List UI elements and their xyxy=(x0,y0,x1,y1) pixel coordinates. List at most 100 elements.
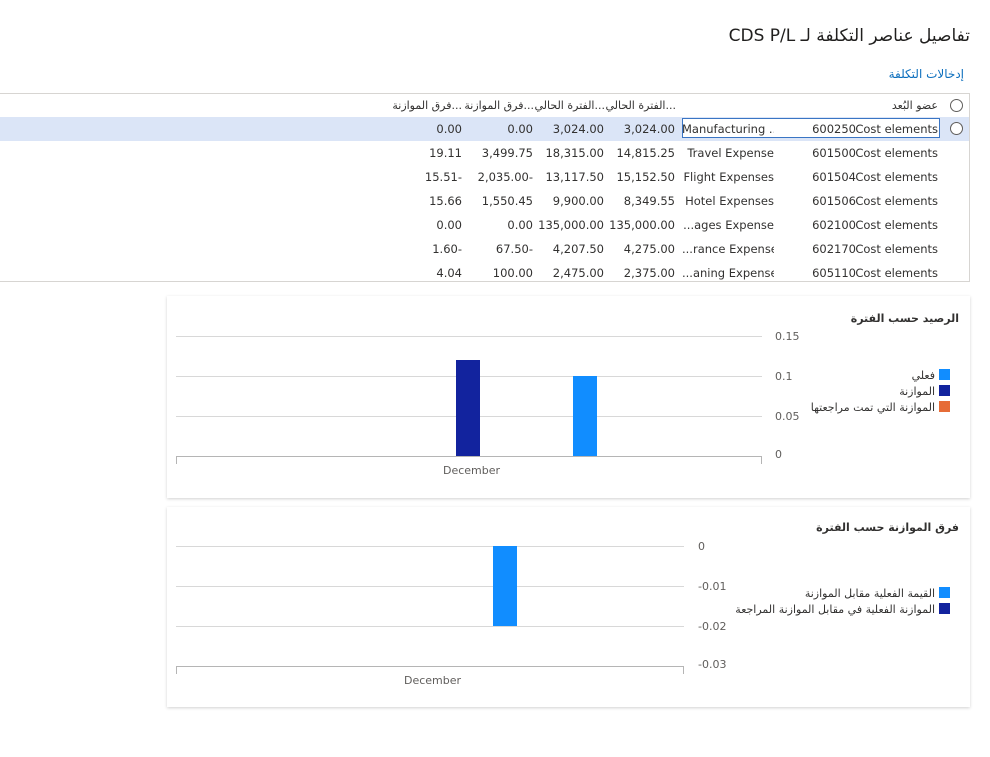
page-title: تفاصيل عناصر التكلفة لـ CDS P/L xyxy=(728,26,970,46)
cell-name: Hotel Expenses xyxy=(685,194,774,208)
cell-current-1: 135,000.00 xyxy=(609,218,675,232)
legend-budget[interactable]: الموازنة xyxy=(899,385,950,398)
legend-label: فعلي xyxy=(911,369,935,382)
table-row[interactable]: Cost elements 602170 ...rance Expense 4,275… xyxy=(0,237,969,261)
x-axis-line xyxy=(176,456,762,457)
select-all-radio[interactable] xyxy=(950,99,963,112)
y-tick-label: 0.1 xyxy=(775,370,793,383)
cell-current-1: 2,375.00 xyxy=(623,266,675,280)
table-row[interactable]: Cost elements 601506 Hotel Expenses 8,349.5… xyxy=(0,189,969,213)
legend-actual-vs-revised-budget[interactable]: الموازنة الفعلية في مقابل الموازنة المرا… xyxy=(735,603,950,616)
cell-current-1: 4,275.00 xyxy=(623,242,675,256)
cell-type: Cost elements xyxy=(855,146,938,160)
cell-current-2: 13,117.50 xyxy=(545,170,604,184)
x-tick-label: December xyxy=(443,464,501,477)
chart-title: الرصيد حسب الفترة xyxy=(850,312,959,325)
legend-actual-vs-budget[interactable]: القيمة الفعلية مقابل الموازنة xyxy=(805,587,950,600)
legend-label: الموازنة التي تمت مراجعتها xyxy=(810,401,935,414)
x-axis-tick xyxy=(176,666,177,674)
cell-variance-2: 1.60- xyxy=(432,242,462,256)
cell-code: 601504 xyxy=(812,170,856,184)
cell-current-1: 15,152.50 xyxy=(616,170,675,184)
y-tick-label: 0.15 xyxy=(775,330,800,343)
row-select-radio[interactable] xyxy=(950,122,963,135)
cell-current-2: 4,207.50 xyxy=(552,242,604,256)
cell-code: 601500 xyxy=(812,146,856,160)
x-axis-tick xyxy=(176,456,177,464)
cell-current-1: 3,024.00 xyxy=(623,122,675,136)
header-current-period-2[interactable]: الفترة الحالي... xyxy=(534,99,605,112)
cell-name: ...aning Expense xyxy=(682,266,774,280)
cell-code: 600250 xyxy=(812,122,856,136)
cell-current-2: 3,024.00 xyxy=(552,122,604,136)
bar-actual-vs-budget-december[interactable] xyxy=(493,546,517,626)
gridline xyxy=(176,336,762,337)
cell-variance-2: 0.00 xyxy=(436,122,462,136)
balance-by-period-chart: الرصيد حسب الفترة 0.15 0.1 0.05 0 Decemb… xyxy=(167,296,970,498)
table-row[interactable]: Cost elements 601504 Flight Expenses 15,152… xyxy=(0,165,969,189)
cell-current-2: 18,315.00 xyxy=(545,146,604,160)
cell-variance-2: 15.66 xyxy=(429,194,462,208)
cell-code: 602100 xyxy=(812,218,856,232)
gridline xyxy=(176,586,684,587)
legend-label: الموازنة الفعلية في مقابل الموازنة المرا… xyxy=(735,603,935,616)
bar-budget-december[interactable] xyxy=(456,360,480,456)
cell-variance-1: 3,499.75 xyxy=(481,146,533,160)
cell-code: 605110 xyxy=(812,266,856,280)
header-dimension-member[interactable]: عضو البُعد xyxy=(892,99,938,112)
y-tick-label: 0 xyxy=(698,540,705,553)
legend-revised-budget[interactable]: الموازنة التي تمت مراجعتها xyxy=(811,401,950,414)
legend-swatch xyxy=(939,385,950,396)
gridline xyxy=(176,626,684,627)
cost-entries-link[interactable]: إدخالات التكلفة xyxy=(889,67,964,81)
bar-actual-december[interactable] xyxy=(573,376,597,456)
x-axis-line xyxy=(176,666,684,667)
cell-variance-1: 0.00 xyxy=(507,122,533,136)
cell-variance-2: 4.04 xyxy=(436,266,462,280)
cell-type: Cost elements xyxy=(855,242,938,256)
legend-swatch xyxy=(939,401,950,412)
cell-code: 601506 xyxy=(812,194,856,208)
y-tick-label: 0.05 xyxy=(775,410,800,423)
cell-name: Travel Expense xyxy=(687,146,774,160)
cell-type: Cost elements xyxy=(855,170,938,184)
y-tick-label: -0.03 xyxy=(698,658,727,671)
cell-variance-1: 0.00 xyxy=(507,218,533,232)
table-row[interactable]: Cost elements 601500 Travel Expense 14,815.… xyxy=(0,141,969,165)
cell-variance-2: 0.00 xyxy=(436,218,462,232)
header-budget-variance-2[interactable]: فرق الموازنة... xyxy=(392,99,462,112)
x-axis-tick xyxy=(761,456,762,464)
cell-name: ...rance Expense xyxy=(682,242,774,256)
header-current-period-1[interactable]: الفترة الحالي... xyxy=(605,99,676,112)
y-tick-label: 0 xyxy=(775,448,782,461)
cell-variance-1: 100.00 xyxy=(492,266,533,280)
table-row[interactable]: Cost elements 602100 ...ages Expense 135,00… xyxy=(0,213,969,237)
cell-variance-1: 2,035.00- xyxy=(477,170,533,184)
cell-current-2: 2,475.00 xyxy=(552,266,604,280)
cell-variance-1: 1,550.45 xyxy=(481,194,533,208)
cell-code: 602170 xyxy=(812,242,856,256)
x-axis-tick xyxy=(683,666,684,674)
cell-variance-2: 19.11 xyxy=(429,146,462,160)
legend-label: القيمة الفعلية مقابل الموازنة xyxy=(804,587,935,600)
budget-variance-by-period-chart: فرق الموازنة حسب الفترة 0 -0.01 -0.02 -0… xyxy=(167,507,970,707)
cell-name: ...ages Expense xyxy=(683,218,774,232)
cell-type: Cost elements xyxy=(855,218,938,232)
cell-variance-2: 15.51- xyxy=(424,170,462,184)
cell-type: Cost elements xyxy=(855,122,938,136)
cell-current-1: 8,349.55 xyxy=(623,194,675,208)
table-row[interactable]: Cost elements 605110 ...aning Expense 2,375… xyxy=(0,261,969,281)
cost-elements-grid: عضو البُعد الفترة الحالي... الفترة الحال… xyxy=(0,93,970,282)
legend-actual[interactable]: فعلي xyxy=(912,369,950,382)
cell-variance-1: 67.50- xyxy=(495,242,533,256)
cell-type: Cost elements xyxy=(855,194,938,208)
header-budget-variance-1[interactable]: فرق الموازنة... xyxy=(464,99,534,112)
cell-current-2: 9,900.00 xyxy=(552,194,604,208)
cell-current-2: 135,000.00 xyxy=(538,218,604,232)
cell-current-1: 14,815.25 xyxy=(616,146,675,160)
cell-type: Cost elements xyxy=(855,266,938,280)
table-row[interactable]: Cost elements 600250 Manufacturing ... 3,02… xyxy=(0,117,969,141)
legend-label: الموازنة xyxy=(899,385,935,398)
legend-swatch xyxy=(939,603,950,614)
gridline xyxy=(176,546,684,547)
